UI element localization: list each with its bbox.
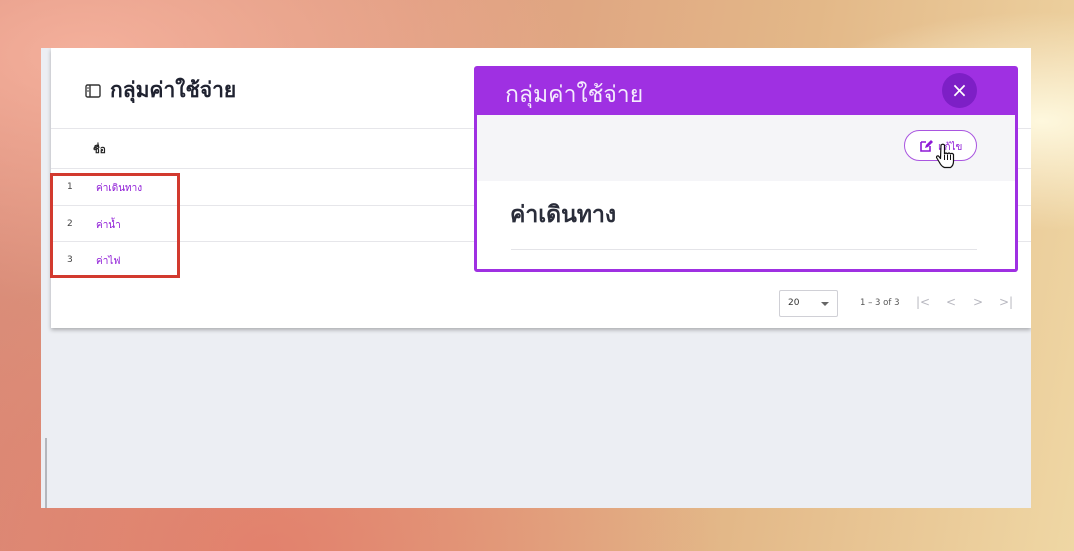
page-size-select[interactable]: 20	[779, 290, 838, 317]
detail-dialog: กลุ่มค่าใช้จ่าย × แก้ไข ค่าเดินทาง	[474, 66, 1018, 272]
dialog-toolbar: แก้ไข	[477, 115, 1015, 181]
first-page-icon[interactable]: |<	[916, 295, 930, 309]
column-header-name: ชื่อ	[93, 145, 106, 156]
close-icon: ×	[951, 78, 968, 102]
page-title: กลุ่มค่าใช้จ่าย	[110, 78, 237, 102]
close-button[interactable]: ×	[942, 73, 977, 108]
page-size-value: 20	[788, 298, 800, 308]
caret-down-icon	[821, 302, 829, 306]
hand-cursor-icon	[935, 143, 955, 169]
record-name: ค่าเดินทาง	[510, 202, 617, 228]
last-page-icon[interactable]: >|	[999, 295, 1013, 309]
prev-page-icon[interactable]: <	[946, 295, 956, 309]
dialog-title: กลุ่มค่าใช้จ่าย	[505, 82, 644, 108]
highlight-box	[50, 173, 180, 278]
next-page-icon[interactable]: >	[973, 295, 983, 309]
paginator: 20 1 – 3 of 3 |< < > >|	[51, 290, 1031, 318]
edit-button[interactable]: แก้ไข	[904, 130, 977, 169]
book-icon	[85, 83, 101, 98]
edit-icon	[920, 140, 933, 152]
scrollbar[interactable]	[45, 438, 47, 508]
range-label: 1 – 3 of 3	[860, 298, 900, 308]
page-header: กลุ่มค่าใช้จ่าย	[84, 74, 236, 107]
divider	[511, 249, 977, 250]
dialog-header: กลุ่มค่าใช้จ่าย ×	[477, 69, 1015, 115]
